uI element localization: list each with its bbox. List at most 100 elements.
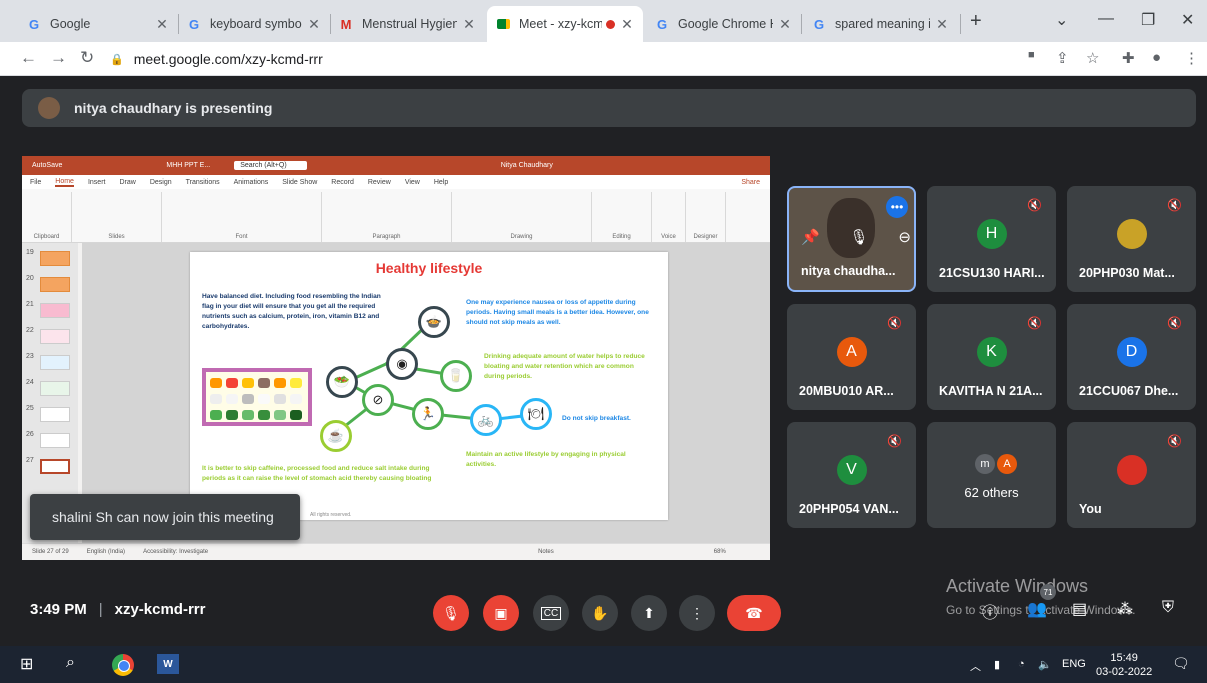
meet-icon (495, 16, 511, 32)
slide-text-breakfast: Do not skip breakfast. (562, 415, 631, 422)
google-icon: G (188, 16, 200, 32)
mic-icon[interactable]: 🎙 (850, 228, 869, 246)
profile-avatar-icon[interactable]: ● (1152, 49, 1161, 66)
menu-kebab-icon[interactable]: ⋮ (1184, 49, 1199, 67)
browser-tab[interactable]: G keyboard symbols ✕ (178, 6, 330, 42)
mic-toggle-button[interactable]: 🎙 (433, 595, 469, 631)
mic-off-icon: 🔇 (1027, 198, 1042, 212)
participant-tile[interactable]: 🔇 D 21CCU067 Dhe... (1067, 304, 1196, 410)
minimize-icon[interactable]: — (1098, 10, 1114, 28)
raise-hand-button[interactable]: ✋ (582, 595, 618, 631)
ppt-ribbon-tabs: File Home Insert Draw Design Transitions… (22, 175, 770, 189)
leave-call-button[interactable]: ☎ (727, 595, 781, 631)
notifications-icon[interactable]: 🗨 (1172, 655, 1190, 672)
avatar: A (997, 454, 1017, 474)
tile-hover-controls: 📌 🎙 ⊖ (801, 228, 911, 246)
slide-healthy-lifestyle: Healthy lifestyle Have balanced diet. In… (190, 252, 668, 520)
captions-button[interactable]: CC (533, 595, 569, 631)
breakfast-table-icon: 🍽 (520, 398, 552, 430)
browser-tab[interactable]: G Google Chrome He ✕ (646, 6, 801, 42)
tray-chevron-icon[interactable]: ︿ (970, 658, 981, 674)
remove-icon[interactable]: ⊖ (898, 228, 911, 246)
participant-tile[interactable]: 🔇 A 20MBU010 AR... (787, 304, 916, 410)
coffee-cup-icon: ☕ (320, 420, 352, 452)
avatar: V (836, 455, 867, 485)
others-avatars: m A (975, 454, 1019, 474)
chat-icon[interactable]: ▤ (1072, 599, 1087, 619)
new-tab-plus-icon[interactable]: + (970, 10, 982, 33)
language-indicator[interactable]: ENG (1062, 658, 1086, 670)
lock-icon: 🔒 (110, 53, 124, 66)
volume-icon[interactable]: 🔈 (1038, 658, 1052, 671)
slide-thumbnail: 25 (26, 405, 74, 424)
pin-icon[interactable]: 📌 (801, 228, 820, 246)
taskbar-clock[interactable]: 15:49 03-02-2022 (1096, 651, 1152, 679)
windows-start-icon[interactable]: ⊞ (20, 654, 33, 674)
tab-search-chevron-icon[interactable]: ⌄ (1055, 10, 1068, 30)
participant-tile[interactable]: 🔇 K KAVITHA N 21A... (927, 304, 1056, 410)
mic-off-icon: 🔇 (887, 434, 902, 448)
avatar: H (976, 219, 1007, 249)
browser-tab[interactable]: G Google ✕ (18, 6, 178, 42)
presenting-banner: nitya chaudhary is presenting (22, 89, 1196, 127)
browser-tab[interactable]: G spared meaning in ✕ (803, 6, 958, 42)
others-tile[interactable]: m A 62 others (927, 422, 1056, 528)
mic-off-icon: 🔇 (1167, 434, 1182, 448)
back-arrow-icon[interactable]: ← (20, 48, 37, 68)
close-tab-icon[interactable]: ✕ (619, 16, 635, 33)
slide-text-small-meals: One may experience nausea or loss of app… (466, 299, 649, 326)
others-count: 62 others (964, 485, 1019, 500)
search-icon[interactable]: ⌕ (66, 654, 75, 672)
participant-tile[interactable]: 🔇 20PHP030 Mat... (1067, 186, 1196, 292)
ppt-search-box: Search (Alt+Q) (234, 161, 307, 170)
close-tab-icon[interactable]: ✕ (461, 16, 477, 33)
present-screen-button[interactable]: ⬆ (631, 595, 667, 631)
battery-icon[interactable]: ▮ (994, 658, 1000, 671)
present-icon: ⬆ (643, 604, 655, 621)
exercise-icon: 🏃 (412, 398, 444, 430)
people-count-badge: 71 (1040, 584, 1056, 600)
google-icon: G (656, 16, 668, 32)
browser-tab-active[interactable]: Meet - xzy-kcm ✕ (487, 6, 643, 42)
avatar: m (975, 454, 995, 474)
meeting-details-icon[interactable]: ⓘ (982, 599, 998, 623)
ppt-titlebar: AutoSave MHH PPT E... Search (Alt+Q) Nit… (22, 156, 770, 175)
share-icon[interactable]: ⇪ (1056, 49, 1069, 67)
mic-off-icon: 🔇 (1167, 198, 1182, 212)
close-tab-icon[interactable]: ✕ (777, 16, 793, 33)
more-options-icon[interactable]: ••• (886, 196, 908, 218)
browser-tab-strip: G Google ✕ G keyboard symbols ✕ M Menstr… (0, 0, 1207, 42)
people-icon[interactable]: 👥 (1027, 599, 1047, 619)
participant-tile-video[interactable]: ••• 📌 🎙 ⊖ nitya chaudha... (787, 186, 916, 292)
self-tile[interactable]: 🔇 You (1067, 422, 1196, 528)
slide-text-active-lifestyle: Maintain an active lifestyle by engaging… (466, 451, 626, 468)
bookmark-star-icon[interactable]: ☆ (1086, 49, 1099, 67)
avatar: K (976, 337, 1007, 367)
address-bar[interactable]: 🔒 meet.google.com/xzy-kcmd-rrr (110, 46, 1000, 72)
close-tab-icon[interactable]: ✕ (934, 16, 950, 33)
host-controls-shield-icon[interactable]: ⛨ (1162, 599, 1174, 617)
close-window-icon[interactable]: ✕ (1181, 10, 1194, 30)
chrome-app-icon[interactable] (112, 654, 134, 676)
camera-toggle-button[interactable]: ▣ (483, 595, 519, 631)
wifi-icon[interactable]: ◔ (1018, 658, 1025, 670)
browser-tab[interactable]: M Menstrual Hygiene ✕ (330, 6, 485, 42)
restore-icon[interactable]: ❐ (1141, 10, 1155, 30)
camera-in-use-icon[interactable]: ■ (1028, 49, 1035, 61)
participant-tile[interactable]: 🔇 V 20PHP054 VAN... (787, 422, 916, 528)
mic-off-icon: 🔇 (1027, 316, 1042, 330)
meeting-info: 3:49 PM | xzy-kcmd-rrr (30, 601, 206, 618)
forward-arrow-icon[interactable]: → (50, 48, 67, 68)
close-tab-icon[interactable]: ✕ (154, 16, 170, 33)
slide-thumbnail: 26 (26, 431, 74, 450)
reload-icon[interactable]: ↻ (80, 48, 94, 68)
activities-icon[interactable]: ⁂ (1117, 599, 1133, 619)
close-tab-icon[interactable]: ✕ (306, 16, 322, 33)
participant-tile[interactable]: 🔇 H 21CSU130 HARI... (927, 186, 1056, 292)
avatar (1116, 455, 1147, 485)
word-app-icon[interactable]: W (157, 654, 179, 674)
kebab-icon: ⋮ (690, 604, 704, 621)
more-options-button[interactable]: ⋮ (679, 595, 715, 631)
extensions-puzzle-icon[interactable]: ✚ (1122, 49, 1135, 67)
slide-text-caffeine: It is better to skip caffeine, processed… (202, 465, 432, 482)
